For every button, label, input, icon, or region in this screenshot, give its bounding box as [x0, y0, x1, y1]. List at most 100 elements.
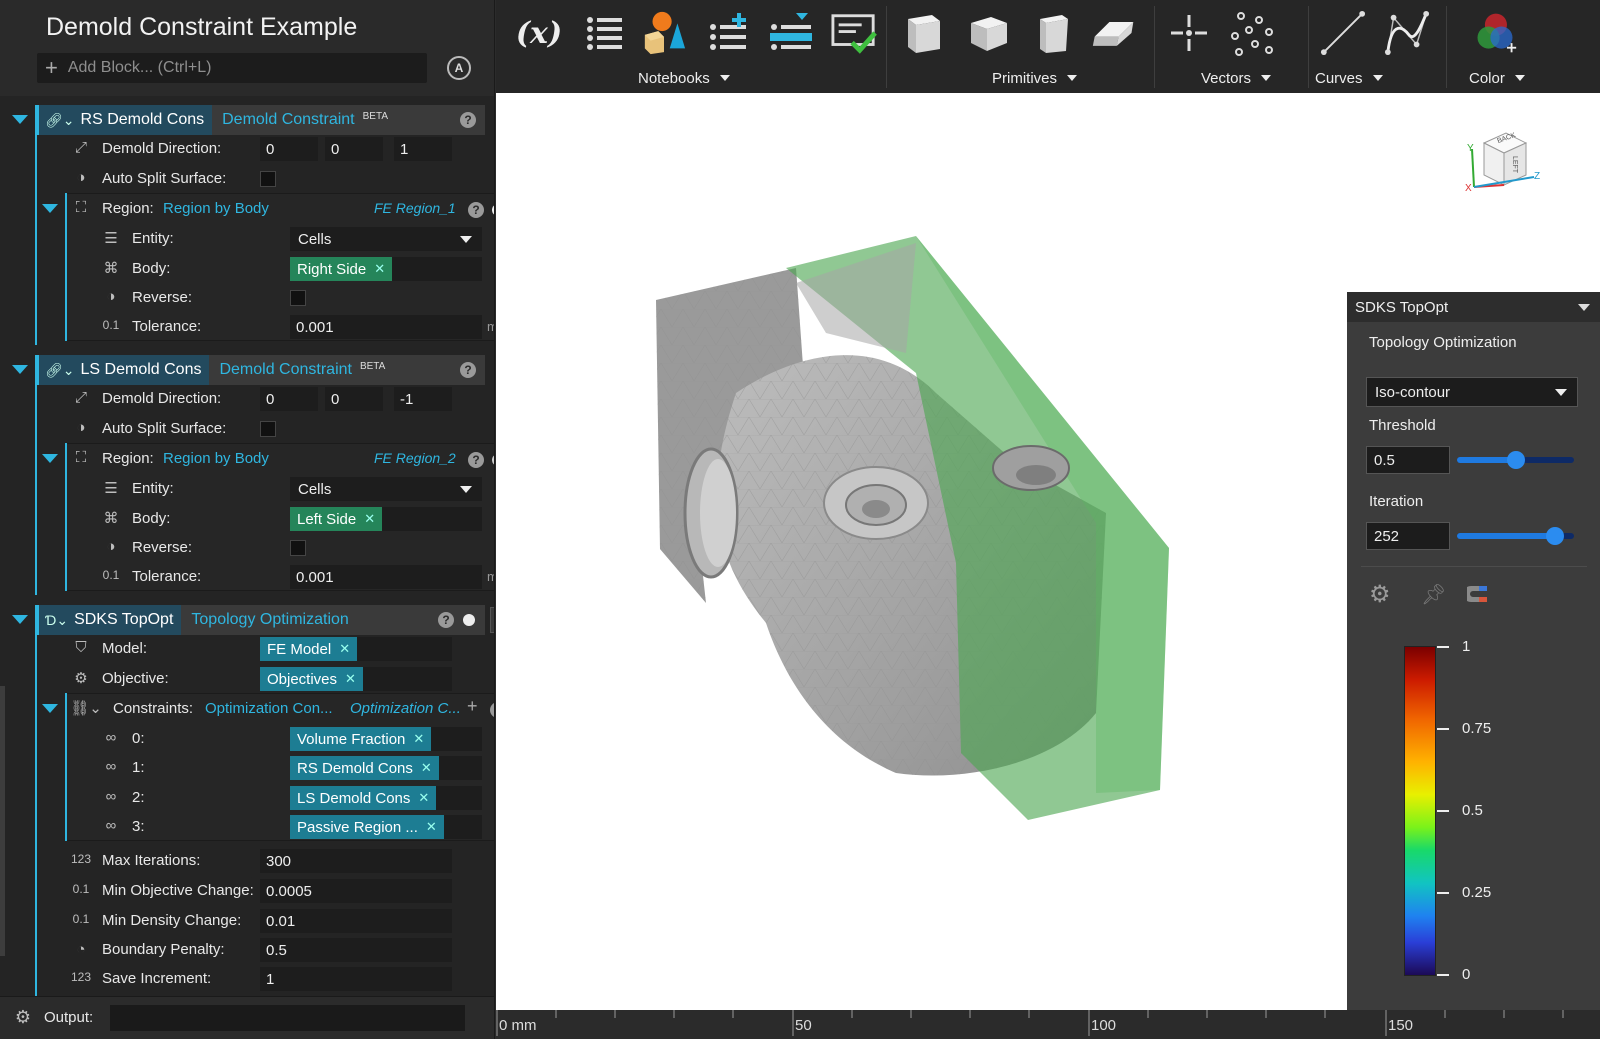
threshold-slider-knob[interactable] — [1506, 451, 1525, 469]
help-icon[interactable]: ? — [460, 362, 476, 378]
auto-split-checkbox[interactable] — [260, 421, 276, 437]
remove-icon[interactable]: ✕ — [374, 261, 385, 277]
demold-direction-y[interactable]: 0 — [325, 387, 383, 411]
vectors-menu[interactable]: Vectors — [1201, 70, 1272, 87]
checked-notebook-icon[interactable] — [831, 10, 877, 56]
model-tag[interactable]: FE Model ✕ — [260, 637, 358, 661]
tree-scrollbar[interactable] — [0, 686, 5, 956]
pause-button[interactable]: || — [490, 607, 494, 633]
body-field[interactable]: Right Side ✕ — [290, 257, 482, 281]
add-list-icon[interactable] — [706, 10, 752, 56]
save-increment-input[interactable]: 1 — [260, 967, 452, 991]
notebooks-menu[interactable]: Notebooks — [638, 70, 730, 87]
threshold-input[interactable]: 0.5 — [1366, 446, 1450, 474]
remove-icon[interactable]: ✕ — [418, 790, 429, 806]
demold-direction-x[interactable]: 0 — [260, 137, 318, 161]
remove-icon[interactable]: ✕ — [345, 671, 356, 687]
region-collapse-icon[interactable] — [42, 204, 58, 213]
ls-block-header[interactable]: 🔗︎⌄ LS Demold Cons Demold Constraint BETA — [37, 355, 485, 385]
insert-list-icon[interactable] — [768, 10, 814, 56]
tolerance-input[interactable]: 0.001 — [290, 315, 482, 339]
visibility-dot[interactable] — [463, 614, 475, 626]
constraint-tag[interactable]: Volume Fraction ✕ — [290, 727, 432, 751]
ls-block-name-chip[interactable]: 🔗︎⌄ LS Demold Cons — [37, 355, 210, 385]
constraints-name[interactable]: Optimization C... — [350, 700, 461, 717]
block-tree[interactable]: 🔗︎⌄ RS Demold Cons Demold Constraint BETA… — [0, 96, 494, 996]
help-icon[interactable]: ? — [468, 452, 484, 468]
constraint-field[interactable]: Volume Fraction ✕ — [290, 727, 482, 751]
gear-icon[interactable]: ⚙ — [1369, 580, 1391, 609]
point-cloud-icon[interactable] — [1229, 10, 1275, 56]
min-objective-change-input[interactable]: 0.0005 — [260, 879, 452, 903]
region-name[interactable]: FE Region_2 — [374, 450, 456, 466]
body-field[interactable]: Left Side ✕ — [290, 507, 482, 531]
view-cube[interactable]: BACK LEFT Y X Z — [1462, 129, 1542, 199]
topopt-collapse-icon[interactable] — [12, 615, 28, 624]
chevron-down-icon[interactable] — [1578, 304, 1590, 311]
constraint-field[interactable]: Passive Region ... ✕ — [290, 815, 482, 839]
iteration-slider[interactable] — [1457, 527, 1574, 545]
constraints-collapse-icon[interactable] — [42, 704, 58, 713]
primitives-menu[interactable]: Primitives — [992, 70, 1078, 87]
body-tag[interactable]: Right Side ✕ — [290, 257, 393, 281]
topopt-block-header[interactable]: Ɗ⌄ SDKS TopOpt Topology Optimization — [37, 605, 485, 635]
remove-icon[interactable]: ✕ — [413, 731, 424, 747]
demold-direction-y[interactable]: 0 — [325, 137, 383, 161]
region-name[interactable]: FE Region_1 — [374, 200, 456, 216]
constraint-tag[interactable]: Passive Region ... ✕ — [290, 815, 444, 839]
display-mode-select[interactable]: Iso-contour — [1366, 377, 1578, 407]
cube-primitive-icon[interactable] — [966, 10, 1012, 56]
spline-curve-icon[interactable] — [1384, 10, 1430, 56]
add-block-input[interactable]: + Add Block... (Ctrl+L) — [37, 53, 427, 83]
reverse-checkbox[interactable] — [290, 290, 306, 306]
remove-icon[interactable]: ✕ — [426, 819, 437, 835]
help-icon[interactable]: ? — [438, 612, 454, 628]
body-tag[interactable]: Left Side ✕ — [290, 507, 383, 531]
plate-primitive-icon[interactable] — [1091, 10, 1137, 56]
entity-select[interactable]: Cells — [290, 227, 482, 251]
output-field[interactable] — [110, 1005, 465, 1031]
line-curve-icon[interactable] — [1320, 10, 1366, 56]
remove-icon[interactable]: ✕ — [421, 760, 432, 776]
constraint-field[interactable]: LS Demold Cons ✕ — [290, 786, 482, 810]
demold-direction-z[interactable]: 1 — [394, 137, 452, 161]
iteration-input[interactable]: 252 — [1366, 522, 1450, 550]
region-collapse-icon[interactable] — [42, 454, 58, 463]
remove-icon[interactable]: ✕ — [339, 641, 350, 657]
reverse-checkbox[interactable] — [290, 540, 306, 556]
model-field[interactable]: FE Model ✕ — [260, 637, 452, 661]
rs-collapse-icon[interactable] — [12, 115, 28, 124]
add-constraint-icon[interactable]: + — [467, 696, 478, 717]
iteration-slider-knob[interactable] — [1546, 527, 1565, 545]
help-icon[interactable]: ? — [468, 202, 484, 218]
max-iterations-input[interactable]: 300 — [260, 849, 452, 873]
objective-tag[interactable]: Objectives ✕ — [260, 667, 363, 691]
demold-direction-z[interactable]: -1 — [394, 387, 452, 411]
auto-split-checkbox[interactable] — [260, 171, 276, 187]
min-density-change-input[interactable]: 0.01 — [260, 909, 452, 933]
objective-field[interactable]: Objectives ✕ — [260, 667, 452, 691]
help-icon[interactable]: ? — [460, 112, 476, 128]
shapes-icon[interactable] — [641, 10, 687, 56]
tolerance-input[interactable]: 0.001 — [290, 565, 482, 589]
topopt-block-name-chip[interactable]: Ɗ⌄ SDKS TopOpt — [37, 605, 182, 635]
magnet-icon[interactable] — [1463, 582, 1491, 604]
box-primitive-icon[interactable] — [901, 10, 947, 56]
pin-icon[interactable]: 📌︎ — [1421, 582, 1446, 607]
demold-direction-x[interactable]: 0 — [260, 387, 318, 411]
list-icon[interactable] — [581, 10, 627, 56]
variable-icon[interactable]: (x) — [516, 10, 562, 56]
color-picker-icon[interactable] — [1472, 10, 1518, 56]
color-menu[interactable]: Color — [1469, 70, 1525, 87]
constraint-field[interactable]: RS Demold Cons ✕ — [290, 756, 482, 780]
constraint-tag[interactable]: LS Demold Cons ✕ — [290, 786, 437, 810]
point-icon[interactable] — [1166, 10, 1212, 56]
boundary-penalty-input[interactable]: 0.5 — [260, 938, 452, 962]
constraint-tag[interactable]: RS Demold Cons ✕ — [290, 756, 439, 780]
assistant-button[interactable]: A — [447, 56, 471, 80]
sdks-panel-header[interactable]: SDKS TopOpt — [1347, 292, 1600, 322]
curves-menu[interactable]: Curves — [1315, 70, 1383, 87]
rs-block-name-chip[interactable]: 🔗︎⌄ RS Demold Cons — [37, 105, 213, 135]
threshold-slider[interactable] — [1457, 451, 1574, 469]
entity-select[interactable]: Cells — [290, 477, 482, 501]
